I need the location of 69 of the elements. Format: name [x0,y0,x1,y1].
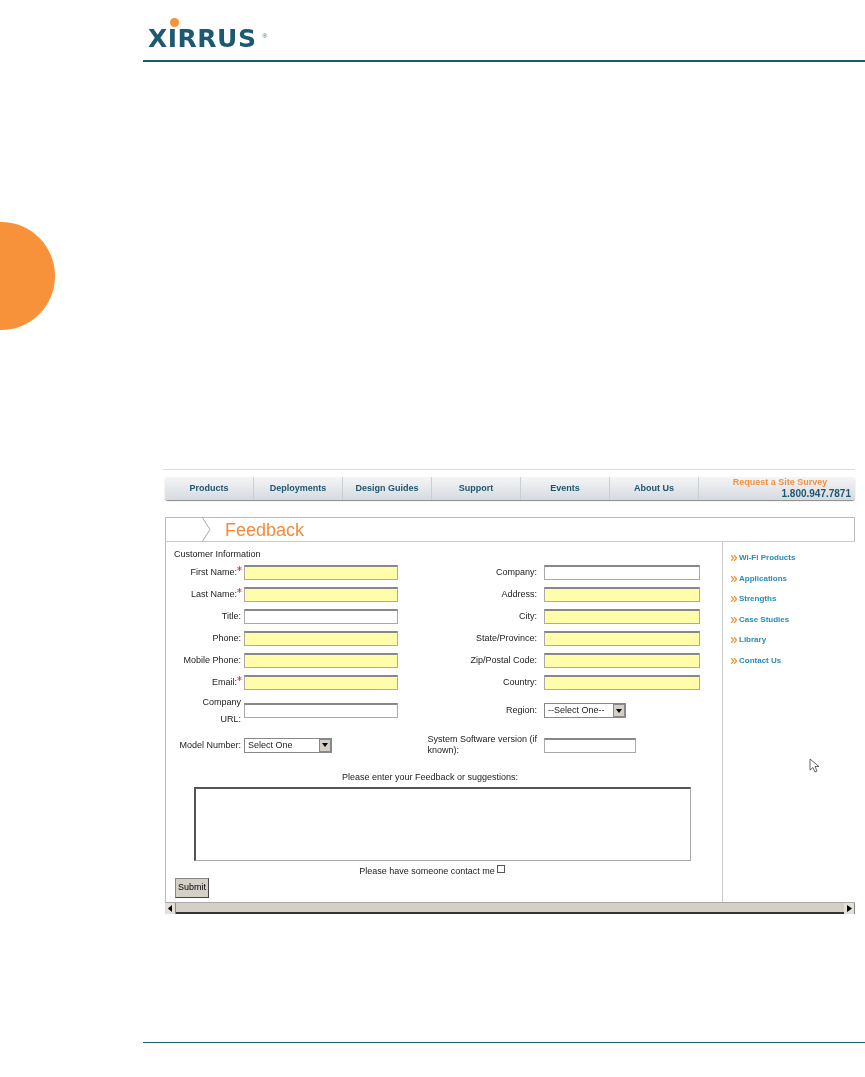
nav-tab[interactable]: About Us [610,477,699,500]
caret-icon [322,743,328,748]
contact-label: Please have someone contact me [359,864,495,878]
input-field[interactable] [544,631,700,646]
input-field[interactable] [244,653,398,668]
sidebar-link[interactable]: Strengths [739,593,777,606]
input-field[interactable] [544,675,700,690]
input-field[interactable] [544,737,636,753]
double-chevron-icon [731,657,737,664]
input-field[interactable] [244,587,398,602]
sidebar-link[interactable]: Case Studies [739,613,790,626]
field-label: Title: [221,609,242,623]
chevron-icon [201,517,211,542]
double-chevron-icon [731,575,737,582]
sidebar-link[interactable]: Library [739,634,767,647]
double-chevron-icon [731,616,737,623]
double-chevron-icon [731,637,737,644]
sidebar-link[interactable]: Contact Us [739,654,782,667]
caret-icon [616,708,622,713]
field-label: Address: [501,588,538,601]
field-label: Model Number: [179,738,242,752]
field-label: City: [519,610,538,623]
input-field[interactable] [544,587,700,602]
scroll-left-button[interactable] [165,902,176,914]
nav-tab[interactable]: Products [165,477,254,500]
feedback-prompt: Please enter your Feedback or suggestions: [340,771,520,785]
dropdown[interactable]: Select One [244,737,332,753]
field-label: Country: [503,676,538,689]
field-label: Company URL: [202,695,242,726]
input-field[interactable] [544,609,700,624]
checkbox[interactable] [496,864,505,873]
scroll-right-button[interactable] [844,902,855,914]
feedback-textarea[interactable] [194,786,691,861]
dropdown[interactable]: --Select One-- [544,703,626,719]
nav-tab[interactable]: Deployments [254,477,343,500]
field-label: Last Name: [190,587,237,601]
page-title: Feedback [225,520,305,539]
section-title: Customer Information [174,548,262,561]
input-field[interactable] [544,565,700,580]
nav-tab[interactable]: Events [521,477,610,500]
logo-text: XIRRUS [148,26,257,51]
field-label: Mobile Phone: [183,653,242,667]
phone-number: 1.800.947.7871 [780,487,851,499]
field-label: Phone: [212,631,242,645]
horizontal-scrollbar[interactable] [165,901,855,914]
double-chevron-icon [731,555,737,562]
input-field[interactable] [244,675,398,690]
nav-tab[interactable]: Design Guides [343,477,432,500]
logo-dot-icon [170,18,179,27]
input-field[interactable] [244,703,398,719]
input-field[interactable] [244,565,398,580]
mouse-pointer-icon [809,758,820,773]
nav-tab[interactable]: Support [432,477,521,500]
submit-button[interactable]: Submit [175,878,209,898]
field-label: First Name: [190,565,237,579]
input-field[interactable] [244,609,398,624]
field-label: Zip/Postal Code: [470,654,538,667]
field-label: System Software version (if known): [427,733,538,758]
field-label: State/Province: [475,632,538,645]
input-field[interactable] [244,631,398,646]
input-field[interactable] [544,653,700,668]
field-label: Company: [495,566,538,579]
field-label: Region: [505,704,538,717]
sidebar-link[interactable]: Wi-Fi Products [739,552,796,565]
sidebar-link[interactable]: Applications [739,572,787,585]
right-arrow-icon [846,904,852,912]
field-label: Email: [212,675,237,689]
left-arrow-icon [167,904,173,912]
double-chevron-icon [731,596,737,603]
